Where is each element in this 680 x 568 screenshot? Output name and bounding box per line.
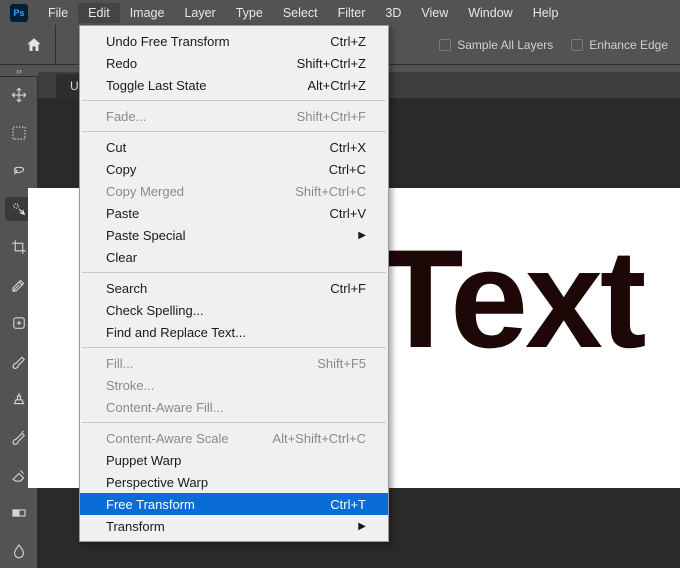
move-tool[interactable] <box>5 83 33 107</box>
menu-help[interactable]: Help <box>523 3 569 23</box>
menu-item-redo[interactable]: Redo Shift+Ctrl+Z <box>80 52 388 74</box>
menu-separator <box>82 131 386 132</box>
app-icon: Ps <box>10 4 28 22</box>
toolbar-expand-handle[interactable]: ›› <box>0 65 38 77</box>
checkbox-icon <box>571 39 583 51</box>
menu-separator <box>82 100 386 101</box>
menu-item-label: Paste <box>106 206 139 221</box>
menu-item-shortcut: Ctrl+C <box>329 162 366 177</box>
menu-item-label: Cut <box>106 140 126 155</box>
menu-separator <box>82 347 386 348</box>
menu-layer[interactable]: Layer <box>174 3 225 23</box>
menu-separator <box>82 422 386 423</box>
menu-item-shortcut: Alt+Shift+Ctrl+C <box>272 431 366 446</box>
menu-item-label: Check Spelling... <box>106 303 204 318</box>
enhance-edge-label: Enhance Edge <box>589 38 668 52</box>
menu-item-content-aware-scale: Content-Aware Scale Alt+Shift+Ctrl+C <box>80 427 388 449</box>
menu-item-transform[interactable]: Transform ▶ <box>80 515 388 537</box>
menu-item-label: Copy <box>106 162 136 177</box>
menu-edit[interactable]: Edit <box>78 3 120 23</box>
canvas-text-layer: Text L <box>378 218 680 380</box>
menu-item-label: Content-Aware Scale <box>106 431 229 446</box>
menu-item-label: Toggle Last State <box>106 78 206 93</box>
menu-item-label: Search <box>106 281 147 296</box>
menu-view[interactable]: View <box>411 3 458 23</box>
checkbox-icon <box>439 39 451 51</box>
menu-item-shortcut: Alt+Ctrl+Z <box>307 78 366 93</box>
menu-item-perspective-warp[interactable]: Perspective Warp <box>80 471 388 493</box>
menu-image[interactable]: Image <box>120 3 175 23</box>
menu-item-label: Perspective Warp <box>106 475 208 490</box>
home-icon <box>25 36 43 54</box>
edit-menu-dropdown: Undo Free Transform Ctrl+Z Redo Shift+Ctrl+… <box>79 25 389 542</box>
menu-item-label: Free Transform <box>106 497 195 512</box>
menu-item-label: Redo <box>106 56 137 71</box>
menu-item-shortcut: Ctrl+Z <box>330 34 366 49</box>
menu-item-shortcut: Ctrl+T <box>330 497 366 512</box>
menu-item-label: Paste Special <box>106 228 186 243</box>
gradient-tool[interactable] <box>5 501 33 525</box>
menu-item-shortcut: Shift+Ctrl+Z <box>297 56 366 71</box>
lasso-tool[interactable] <box>5 159 33 183</box>
menu-item-fill: Fill... Shift+F5 <box>80 352 388 374</box>
menu-item-search[interactable]: Search Ctrl+F <box>80 277 388 299</box>
menu-item-fade: Fade... Shift+Ctrl+F <box>80 105 388 127</box>
menu-item-label: Fill... <box>106 356 133 371</box>
menu-select[interactable]: Select <box>273 3 328 23</box>
menu-item-stroke: Stroke... <box>80 374 388 396</box>
menu-item-clear[interactable]: Clear <box>80 246 388 268</box>
menu-item-label: Undo Free Transform <box>106 34 230 49</box>
menu-item-paste[interactable]: Paste Ctrl+V <box>80 202 388 224</box>
blur-tool[interactable] <box>5 539 33 563</box>
menu-item-undo-free-transform[interactable]: Undo Free Transform Ctrl+Z <box>80 30 388 52</box>
menu-item-paste-special[interactable]: Paste Special ▶ <box>80 224 388 246</box>
submenu-arrow-icon: ▶ <box>358 521 366 532</box>
home-button[interactable] <box>12 25 56 65</box>
menu-item-label: Copy Merged <box>106 184 184 199</box>
menu-item-content-aware-fill: Content-Aware Fill... <box>80 396 388 418</box>
enhance-edge-option[interactable]: Enhance Edge <box>571 38 668 52</box>
menu-window[interactable]: Window <box>458 3 522 23</box>
menu-item-free-transform[interactable]: Free Transform Ctrl+T <box>80 493 388 515</box>
menu-item-shortcut: Shift+F5 <box>317 356 366 371</box>
menubar: Ps File Edit Image Layer Type Select Fil… <box>0 0 680 25</box>
menu-separator <box>82 272 386 273</box>
menu-3d[interactable]: 3D <box>375 3 411 23</box>
marquee-tool[interactable] <box>5 121 33 145</box>
menu-filter[interactable]: Filter <box>328 3 376 23</box>
menu-item-label: Clear <box>106 250 137 265</box>
menu-item-shortcut: Ctrl+X <box>330 140 366 155</box>
menu-item-label: Transform <box>106 519 165 534</box>
menu-item-copy[interactable]: Copy Ctrl+C <box>80 158 388 180</box>
menu-item-shortcut: Shift+Ctrl+F <box>297 109 366 124</box>
menu-file[interactable]: File <box>38 3 78 23</box>
menu-item-toggle-last-state[interactable]: Toggle Last State Alt+Ctrl+Z <box>80 74 388 96</box>
menu-item-label: Find and Replace Text... <box>106 325 246 340</box>
menu-item-shortcut: Shift+Ctrl+C <box>295 184 366 199</box>
menu-item-label: Puppet Warp <box>106 453 181 468</box>
menu-item-copy-merged: Copy Merged Shift+Ctrl+C <box>80 180 388 202</box>
menu-item-cut[interactable]: Cut Ctrl+X <box>80 136 388 158</box>
menu-item-label: Fade... <box>106 109 146 124</box>
menu-item-find-and-replace-text[interactable]: Find and Replace Text... <box>80 321 388 343</box>
menu-type[interactable]: Type <box>226 3 273 23</box>
sample-all-layers-label: Sample All Layers <box>457 38 553 52</box>
menu-item-puppet-warp[interactable]: Puppet Warp <box>80 449 388 471</box>
menu-item-check-spelling[interactable]: Check Spelling... <box>80 299 388 321</box>
sample-all-layers-option[interactable]: Sample All Layers <box>439 38 553 52</box>
submenu-arrow-icon: ▶ <box>358 230 366 241</box>
menu-item-label: Stroke... <box>106 378 154 393</box>
menu-item-shortcut: Ctrl+F <box>330 281 366 296</box>
menu-item-label: Content-Aware Fill... <box>106 400 224 415</box>
menu-item-shortcut: Ctrl+V <box>330 206 366 221</box>
